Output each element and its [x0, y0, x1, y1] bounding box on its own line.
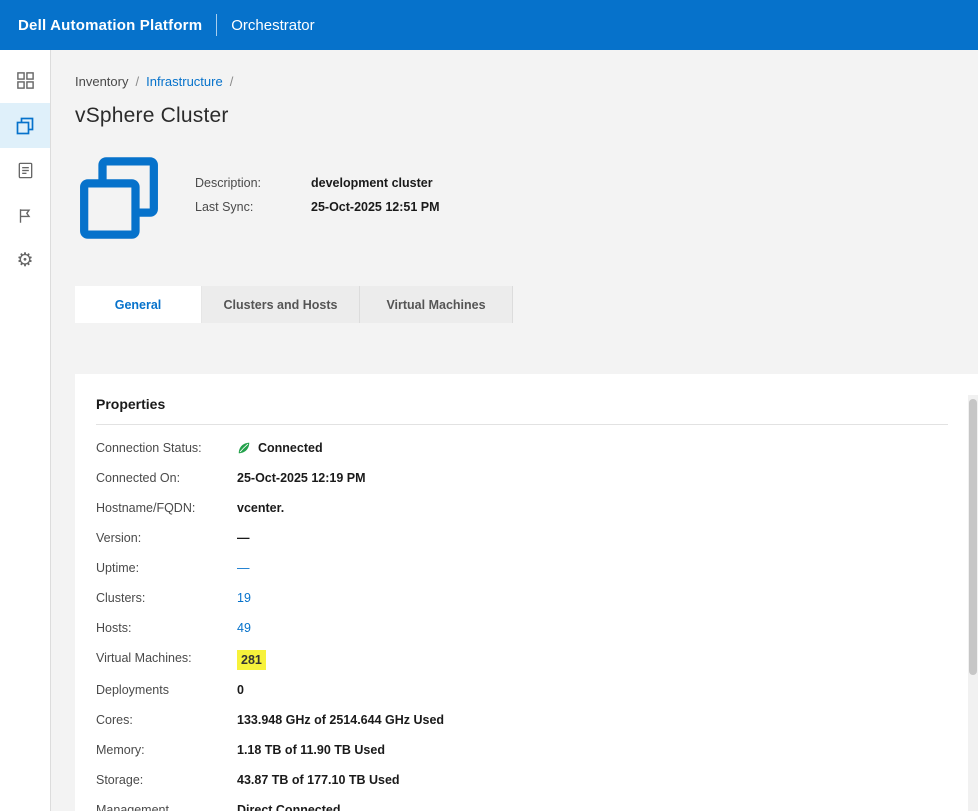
- property-row-virtual-machines: Virtual Machines: 281: [96, 643, 948, 675]
- property-label: Version:: [96, 528, 237, 546]
- property-row-clusters: Clusters: 19: [96, 583, 948, 613]
- property-row-connected-on: Connected On: 25-Oct-2025 12:19 PM: [96, 463, 948, 493]
- sidebar-item-dashboard[interactable]: [0, 58, 50, 103]
- product-name: Dell Automation Platform: [18, 17, 202, 34]
- main-content: Inventory / Infrastructure / vSphere Clu…: [51, 50, 978, 811]
- grid-icon: [16, 71, 35, 90]
- breadcrumb-separator: /: [135, 74, 139, 89]
- property-label: Memory:: [96, 740, 237, 758]
- property-value: 25-Oct-2025 12:19 PM: [237, 468, 366, 486]
- property-value: —: [237, 558, 250, 576]
- last-sync-label: Last Sync:: [195, 200, 311, 214]
- sidebar-item-flags[interactable]: [0, 193, 50, 238]
- description-value: development cluster: [311, 176, 440, 190]
- sidebar-item-templates[interactable]: [0, 148, 50, 193]
- property-value: —: [237, 528, 250, 546]
- app-header: Dell Automation Platform Orchestrator: [0, 0, 978, 50]
- page-title: vSphere Cluster: [75, 104, 978, 128]
- property-label: Uptime:: [96, 558, 237, 576]
- breadcrumb-infrastructure[interactable]: Infrastructure: [146, 74, 223, 89]
- property-value: vcenter.: [237, 498, 284, 516]
- tab-virtual-machines[interactable]: Virtual Machines: [360, 286, 513, 323]
- vsphere-cluster-icon: [75, 154, 163, 242]
- property-row-storage: Storage: 43.87 TB of 177.10 TB Used: [96, 765, 948, 795]
- scrollbar-thumb[interactable]: [969, 399, 977, 675]
- property-value: 43.87 TB of 177.10 TB Used: [237, 770, 400, 788]
- property-label: Cores:: [96, 710, 237, 728]
- property-row-deployments: Deployments 0: [96, 675, 948, 705]
- breadcrumb-separator: /: [230, 74, 234, 89]
- property-value: 1.18 TB of 11.90 TB Used: [237, 740, 385, 758]
- clusters-count-link[interactable]: 19: [237, 588, 251, 606]
- cluster-icon: [15, 116, 35, 136]
- property-value: 133.948 GHz of 2514.644 GHz Used: [237, 710, 444, 728]
- property-label: Connected On:: [96, 468, 237, 486]
- tab-clusters-and-hosts[interactable]: Clusters and Hosts: [202, 286, 360, 323]
- last-sync-value: 25-Oct-2025 12:51 PM: [311, 200, 440, 214]
- property-row-version: Version: —: [96, 523, 948, 553]
- property-row-management-connection: Management Connection: Direct Connected: [96, 795, 948, 811]
- property-row-memory: Memory: 1.18 TB of 11.90 TB Used: [96, 735, 948, 765]
- vertical-scrollbar: [968, 395, 978, 811]
- property-label: Storage:: [96, 770, 237, 788]
- property-label: Management Connection:: [96, 800, 237, 811]
- property-row-hostname: Hostname/FQDN: vcenter.: [96, 493, 948, 523]
- properties-divider: [96, 424, 948, 425]
- property-label: Deployments: [96, 680, 237, 698]
- property-value: 281: [237, 648, 266, 670]
- breadcrumb-inventory[interactable]: Inventory: [75, 74, 128, 89]
- virtual-machines-count-link[interactable]: 281: [237, 650, 266, 670]
- property-value: Connected: [237, 438, 323, 456]
- header-divider: [216, 14, 217, 36]
- description-label: Description:: [195, 176, 311, 190]
- property-value: 0: [237, 680, 244, 698]
- connected-leaf-icon: [237, 441, 251, 455]
- property-row-connection-status: Connection Status: Connected: [96, 433, 948, 463]
- sidebar-item-infrastructure[interactable]: [0, 103, 50, 148]
- property-label: Connection Status:: [96, 438, 237, 456]
- tab-general[interactable]: General: [75, 286, 202, 323]
- app-name: Orchestrator: [231, 17, 314, 34]
- connection-status-text: Connected: [258, 440, 323, 456]
- property-label: Clusters:: [96, 588, 237, 606]
- property-label: Hosts:: [96, 618, 237, 636]
- property-value: Direct Connected: [237, 800, 341, 811]
- summary-fields: Description: development cluster Last Sy…: [195, 176, 440, 214]
- gear-icon: ⚙: [16, 251, 33, 270]
- property-label: Hostname/FQDN:: [96, 498, 237, 516]
- hosts-count-link[interactable]: 49: [237, 618, 251, 636]
- breadcrumb: Inventory / Infrastructure /: [75, 74, 978, 89]
- document-icon: [16, 161, 35, 180]
- flag-icon: [16, 207, 34, 225]
- property-label: Virtual Machines:: [96, 648, 237, 666]
- general-panel: Properties Connection Status: Connected …: [75, 374, 978, 811]
- properties-heading: Properties: [96, 396, 948, 412]
- sidebar-item-settings[interactable]: ⚙: [0, 238, 50, 283]
- summary-section: Description: development cluster Last Sy…: [75, 154, 978, 242]
- tab-bar: General Clusters and Hosts Virtual Machi…: [75, 286, 978, 323]
- sidebar: ⚙: [0, 50, 51, 811]
- property-row-uptime: Uptime: —: [96, 553, 948, 583]
- property-row-hosts: Hosts: 49: [96, 613, 948, 643]
- property-row-cores: Cores: 133.948 GHz of 2514.644 GHz Used: [96, 705, 948, 735]
